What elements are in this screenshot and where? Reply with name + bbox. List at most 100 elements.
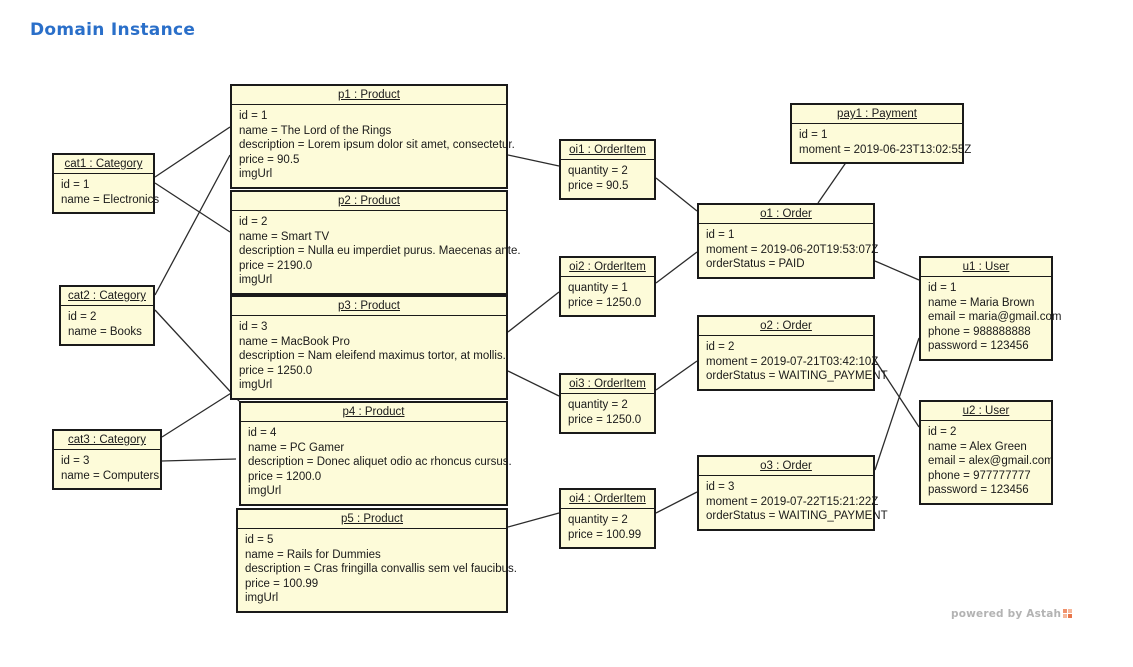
uml-object-attributes-cat1: id = 1 name = Electronics bbox=[54, 174, 160, 212]
uml-object-oi4[interactable]: oi4 : OrderItem quantity = 2 price = 100.9… bbox=[559, 488, 656, 549]
uml-object-attributes-o3: id = 3 moment = 2019-07-22T15:21:22Z order… bbox=[699, 476, 888, 529]
uml-attribute: price = 1250.0 bbox=[568, 413, 642, 426]
uml-attribute: email = alex@gmail.com bbox=[928, 455, 1054, 467]
uml-attribute: quantity = 2 bbox=[568, 399, 628, 411]
uml-object-header-o1: o1 : Order bbox=[699, 205, 873, 224]
uml-object-header-oi4: oi4 : OrderItem bbox=[561, 490, 654, 509]
uml-object-attributes-u2: id = 2 name = Alex Green email = alex@gmai… bbox=[921, 421, 1054, 503]
uml-attribute: imgUrl bbox=[239, 168, 273, 180]
link-p3-oi2 bbox=[507, 291, 560, 333]
uml-object-o1[interactable]: o1 : Order id = 1 moment = 2019-06-20T19:5… bbox=[697, 203, 879, 279]
uml-attribute: imgUrl bbox=[239, 379, 273, 391]
uml-attribute: name = MacBook Pro bbox=[239, 335, 350, 348]
link-oi4-o3 bbox=[655, 491, 698, 514]
uml-object-attributes-oi1: quantity = 2 price = 90.5 bbox=[561, 160, 654, 198]
uml-object-attributes-p4: id = 4 name = PC Gamer description = Donec… bbox=[241, 422, 512, 504]
uml-object-header-pay1: pay1 : Payment bbox=[792, 105, 962, 124]
uml-attribute: description = Lorem ipsum dolor sit amet… bbox=[239, 139, 515, 151]
uml-attribute: imgUrl bbox=[245, 592, 279, 604]
uml-attribute: moment = 2019-06-23T13:02:55Z bbox=[799, 143, 972, 156]
uml-attribute: name = Electronics bbox=[61, 193, 160, 206]
uml-attribute: price = 2190.0 bbox=[239, 259, 313, 272]
uml-object-name-cat3: cat3 : Category bbox=[68, 434, 146, 446]
uml-attribute: id = 5 bbox=[245, 534, 274, 546]
uml-object-name-cat2: cat2 : Category bbox=[68, 290, 146, 302]
uml-attribute: price = 1200.0 bbox=[248, 470, 322, 483]
uml-object-oi3[interactable]: oi3 : OrderItem quantity = 2 price = 1250.… bbox=[559, 373, 656, 434]
uml-object-o2[interactable]: o2 : Order id = 2 moment = 2019-07-21T03:4… bbox=[697, 315, 888, 391]
uml-object-p1[interactable]: p1 : Product id = 1 name = The Lord of the… bbox=[230, 84, 515, 189]
uml-attribute: id = 3 bbox=[706, 481, 735, 493]
uml-object-name-o3: o3 : Order bbox=[760, 460, 812, 472]
uml-attribute: orderStatus = WAITING_PAYMENT bbox=[706, 370, 888, 382]
uml-object-name-oi3: oi3 : OrderItem bbox=[569, 378, 646, 390]
uml-attribute: description = Nam eleifend maximus torto… bbox=[239, 350, 506, 362]
uml-attribute: name = Maria Brown bbox=[928, 296, 1035, 309]
link-cat2-p3 bbox=[154, 309, 240, 402]
uml-object-cat2[interactable]: cat2 : Category id = 2 name = Books bbox=[59, 285, 155, 346]
link-o1-u1 bbox=[874, 260, 920, 281]
uml-attribute: imgUrl bbox=[248, 485, 282, 497]
uml-object-header-o2: o2 : Order bbox=[699, 317, 873, 336]
uml-attribute: password = 123456 bbox=[928, 484, 1029, 496]
uml-attribute: quantity = 2 bbox=[568, 514, 628, 526]
uml-object-name-p5: p5 : Product bbox=[340, 513, 403, 525]
uml-object-p4[interactable]: p4 : Product id = 4 name = PC Gamer descrip… bbox=[239, 401, 512, 506]
uml-attribute: name = Alex Green bbox=[928, 440, 1027, 453]
link-o3-u1 bbox=[874, 337, 920, 471]
link-oi2-o1 bbox=[655, 251, 698, 284]
uml-object-oi1[interactable]: oi1 : OrderItem quantity = 2 price = 90.5 bbox=[559, 139, 656, 200]
uml-object-p2[interactable]: p2 : Product id = 2 name = Smart TV descrip… bbox=[230, 190, 521, 295]
uml-object-name-cat1: cat1 : Category bbox=[64, 158, 143, 170]
uml-attribute: price = 100.99 bbox=[568, 528, 642, 541]
uml-object-header-cat3: cat3 : Category bbox=[54, 431, 160, 450]
uml-object-name-p3: p3 : Product bbox=[337, 300, 400, 312]
uml-attribute: phone = 988888888 bbox=[928, 325, 1031, 338]
uml-attribute: quantity = 1 bbox=[568, 282, 628, 294]
uml-attribute: price = 100.99 bbox=[245, 577, 319, 590]
uml-attribute: name = Books bbox=[68, 325, 142, 338]
uml-object-name-pay1: pay1 : Payment bbox=[837, 108, 917, 120]
uml-object-attributes-o2: id = 2 moment = 2019-07-21T03:42:10Z order… bbox=[699, 336, 888, 389]
uml-object-name-oi4: oi4 : OrderItem bbox=[569, 493, 646, 505]
uml-object-cat3[interactable]: cat3 : Category id = 3 name = Computers bbox=[52, 429, 162, 490]
astah-credit: powered by Astah bbox=[951, 608, 1075, 620]
uml-object-p5[interactable]: p5 : Product id = 5 name = Rails for Dummi… bbox=[236, 508, 517, 613]
uml-object-o3[interactable]: o3 : Order id = 3 moment = 2019-07-22T15:2… bbox=[697, 455, 888, 531]
uml-attribute: moment = 2019-06-20T19:53:07Z bbox=[706, 243, 879, 256]
uml-object-oi2[interactable]: oi2 : OrderItem quantity = 1 price = 1250.… bbox=[559, 256, 656, 317]
uml-attribute: description = Donec aliquet odio ac rhon… bbox=[248, 456, 512, 468]
uml-attribute: imgUrl bbox=[239, 274, 273, 286]
uml-object-attributes-p2: id = 2 name = Smart TV description = Nulla… bbox=[232, 211, 521, 293]
uml-object-name-u1: u1 : User bbox=[962, 261, 1010, 273]
uml-object-u2[interactable]: u2 : User id = 2 name = Alex Green email = … bbox=[919, 400, 1054, 505]
uml-object-attributes-p1: id = 1 name = The Lord of the Rings descri… bbox=[232, 105, 515, 187]
uml-object-u1[interactable]: u1 : User id = 1 name = Maria Brown email =… bbox=[919, 256, 1061, 361]
astah-credit-label: powered by Astah bbox=[951, 608, 1062, 620]
uml-object-pay1[interactable]: pay1 : Payment id = 1 moment = 2019-06-23T… bbox=[790, 103, 972, 164]
uml-attribute: name = Smart TV bbox=[239, 230, 330, 243]
uml-attribute: orderStatus = WAITING_PAYMENT bbox=[706, 510, 888, 522]
uml-object-name-oi1: oi1 : OrderItem bbox=[569, 144, 646, 156]
uml-object-attributes-pay1: id = 1 moment = 2019-06-23T13:02:55Z bbox=[792, 124, 972, 162]
uml-object-attributes-cat2: id = 2 name = Books bbox=[61, 306, 153, 344]
uml-object-attributes-p5: id = 5 name = Rails for Dummies descriptio… bbox=[238, 529, 517, 611]
uml-object-header-p5: p5 : Product bbox=[238, 510, 506, 529]
uml-attribute: name = Rails for Dummies bbox=[245, 548, 381, 561]
uml-object-p3[interactable]: p3 : Product id = 3 name = MacBook Pro desc… bbox=[230, 295, 508, 400]
uml-object-header-cat2: cat2 : Category bbox=[61, 287, 153, 306]
uml-attribute: price = 90.5 bbox=[239, 153, 300, 166]
uml-object-attributes-oi2: quantity = 1 price = 1250.0 bbox=[561, 277, 654, 315]
link-oi3-o2 bbox=[655, 360, 698, 391]
uml-attribute: id = 2 bbox=[68, 311, 97, 323]
link-cat2-p1 bbox=[154, 154, 231, 296]
uml-attribute: phone = 977777777 bbox=[928, 469, 1031, 482]
uml-attribute: id = 1 bbox=[61, 179, 90, 191]
uml-object-name-u2: u2 : User bbox=[962, 405, 1010, 417]
astah-logo-icon bbox=[1063, 608, 1075, 620]
uml-object-header-u2: u2 : User bbox=[921, 402, 1051, 421]
uml-attribute: price = 1250.0 bbox=[568, 296, 642, 309]
uml-object-header-oi1: oi1 : OrderItem bbox=[561, 141, 654, 160]
uml-object-cat1[interactable]: cat1 : Category id = 1 name = Electronics bbox=[52, 153, 160, 214]
link-cat1-p1 bbox=[154, 126, 231, 178]
